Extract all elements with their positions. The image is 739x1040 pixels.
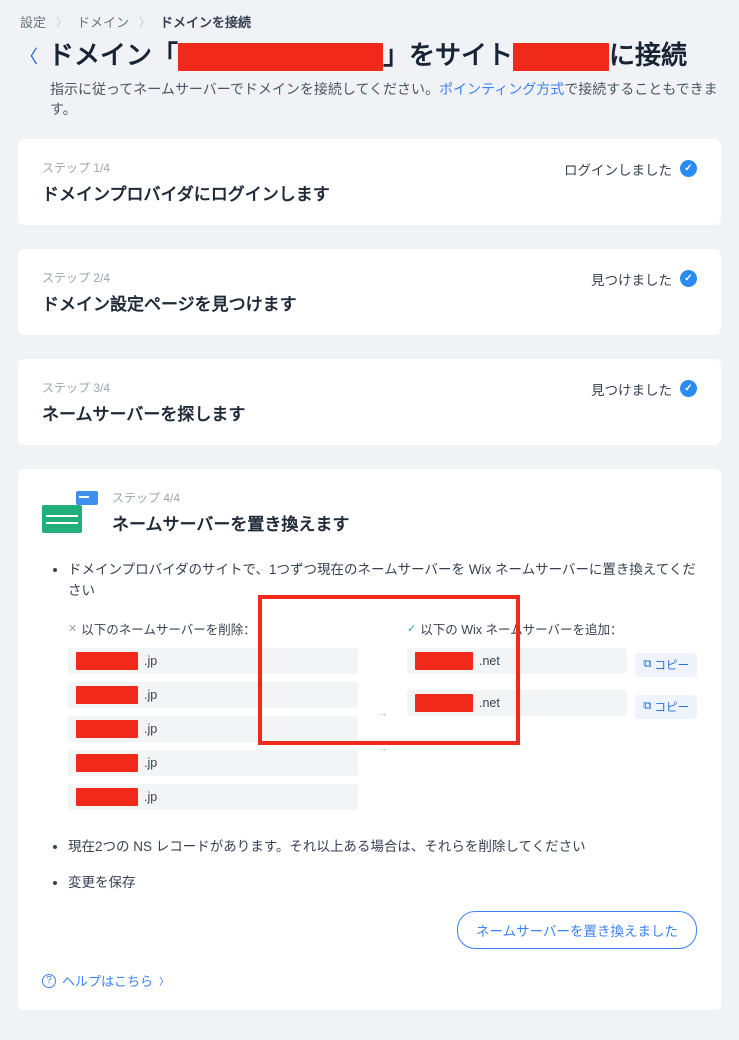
old-nameserver: .jp (68, 750, 358, 776)
breadcrumb-current: ドメインを接続 (160, 12, 251, 31)
copy-icon: ⧉ (643, 700, 651, 713)
x-icon: ✕ (68, 621, 77, 639)
step-title: ネームサーバーを置き換えます (112, 510, 349, 535)
step-status: ログインしました ✓ (564, 159, 697, 179)
step-title: ネームサーバーを探します (42, 400, 245, 425)
step-card-2: ステップ 2/4 ドメイン設定ページを見つけます 見つけました ✓ (18, 249, 721, 335)
breadcrumb: 設定 〉 ドメイン 〉 ドメインを接続 (0, 12, 739, 39)
breadcrumb-settings[interactable]: 設定 (20, 12, 46, 31)
title-mid: 」をサイト (383, 40, 513, 70)
copy-button[interactable]: ⧉コピー (635, 695, 697, 719)
page-subtitle: 指示に従ってネームサーバーでドメインを接続してください。ポインティング方式で接続… (0, 79, 739, 119)
check-icon: ✓ (680, 270, 697, 287)
title-pre: ドメイン「 (48, 40, 178, 70)
title-post: に接続 (609, 40, 687, 70)
annotation-highlight-box (258, 595, 520, 745)
step-status: 見つけました ✓ (591, 269, 697, 289)
step-tag: ステップ 4/4 (112, 489, 349, 506)
instruction-save: 変更を保存 (68, 872, 697, 894)
step-status: 見つけました ✓ (591, 379, 697, 399)
subtitle-lead: 指示に従ってネームサーバーでドメインを接続してください。 (50, 81, 439, 97)
check-icon: ✓ (680, 380, 697, 397)
server-icon (42, 491, 98, 533)
help-link[interactable]: ? ヘルプはこちら 〉 (42, 971, 697, 990)
step-title: ドメイン設定ページを見つけます (42, 290, 297, 315)
step-title: ドメインプロバイダにログインします (42, 180, 330, 205)
step-tag: ステップ 1/4 (42, 159, 330, 176)
back-button[interactable]: 〈 (20, 43, 38, 69)
chevron-right-icon: 〉 (56, 14, 67, 30)
check-icon: ✓ (680, 160, 697, 177)
redacted-site (513, 43, 609, 71)
chevron-right-icon: 〉 (159, 973, 169, 988)
redacted-domain (178, 43, 383, 71)
step-card-1: ステップ 1/4 ドメインプロバイダにログインします ログインしました ✓ (18, 139, 721, 225)
help-icon: ? (42, 974, 56, 988)
status-text: 見つけました (591, 379, 672, 399)
confirm-replaced-button[interactable]: ネームサーバーを置き換えました (457, 911, 697, 949)
status-text: ログインしました (564, 159, 672, 179)
instruction-ns-records: 現在2つの NS レコードがあります。それ以上ある場合は、それらを削除してくださ… (68, 836, 697, 858)
old-nameserver: .jp (68, 784, 358, 810)
copy-button[interactable]: ⧉コピー (635, 653, 697, 677)
chevron-right-icon: 〉 (139, 14, 150, 30)
step-card-3: ステップ 3/4 ネームサーバーを探します 見つけました ✓ (18, 359, 721, 445)
copy-icon: ⧉ (643, 658, 651, 671)
step-card-4: ステップ 4/4 ネームサーバーを置き換えます ドメインプロバイダのサイトで、1… (18, 469, 721, 1010)
step-tag: ステップ 3/4 (42, 379, 245, 396)
page-title: ドメイン「 」をサイト に接続 (48, 39, 687, 73)
breadcrumb-domains[interactable]: ドメイン (77, 12, 129, 31)
pointing-method-link[interactable]: ポインティング方式 (439, 81, 564, 97)
status-text: 見つけました (591, 269, 672, 289)
step-tag: ステップ 2/4 (42, 269, 297, 286)
